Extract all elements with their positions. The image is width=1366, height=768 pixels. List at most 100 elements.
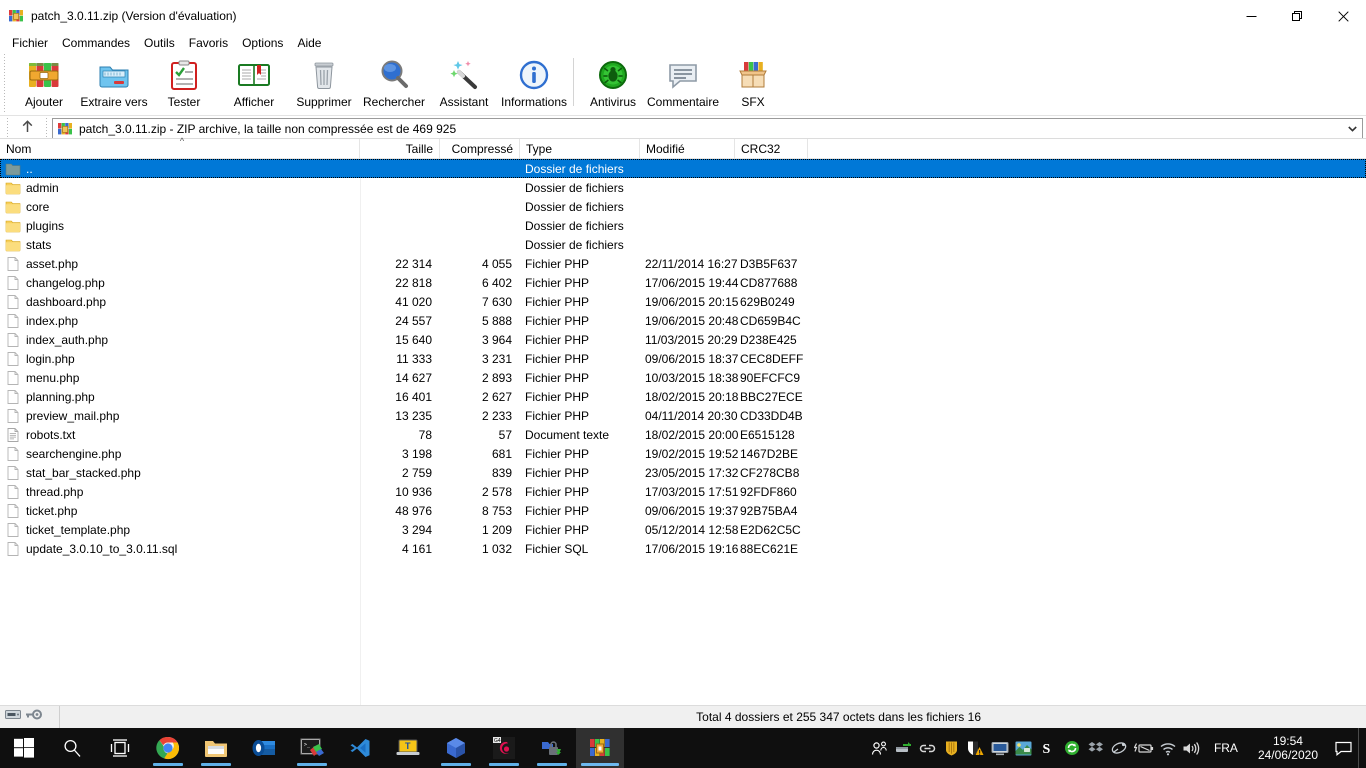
teamviewer-icon[interactable]: T	[384, 728, 432, 768]
task-view-icon[interactable]	[96, 728, 144, 768]
system-tray: S FRA 19:54 24/06/2020	[868, 728, 1366, 768]
column-header-nom[interactable]: Nom ^	[0, 136, 360, 158]
menu-outils[interactable]: Outils	[137, 34, 182, 52]
table-row[interactable]: login.php 11 333 3 231 Fichier PHP 09/06/201…	[0, 349, 1366, 368]
vscode-icon[interactable]	[336, 728, 384, 768]
camtasia-icon[interactable]: G4	[480, 728, 528, 768]
security-warning-icon[interactable]	[964, 728, 988, 768]
table-row[interactable]: changelog.php 22 818 6 402 Fichier PHP 17/06…	[0, 273, 1366, 292]
title-bar[interactable]: patch_3.0.11.zip (Version d'évaluation)	[0, 0, 1366, 32]
cell-type: Fichier PHP	[525, 484, 590, 499]
table-row[interactable]: asset.php 22 314 4 055 Fichier PHP 22/11/201…	[0, 254, 1366, 273]
window-title: patch_3.0.11.zip (Version d'évaluation)	[31, 9, 237, 23]
taskbar: >_ T G4 S FRA 19:54 24/06/2020	[0, 728, 1366, 768]
link-icon[interactable]	[916, 728, 940, 768]
table-row[interactable]: planning.php 16 401 2 627 Fichier PHP 18/02/…	[0, 387, 1366, 406]
display-icon[interactable]	[988, 728, 1012, 768]
search-icon[interactable]	[48, 728, 96, 768]
cell-crc32: CEC8DEFF	[740, 351, 804, 366]
minimize-button[interactable]	[1228, 0, 1274, 32]
table-row[interactable]: .. Dossier de fichiers	[0, 159, 1366, 178]
table-row[interactable]: ticket_template.php 3 294 1 209 Fichier PHP…	[0, 520, 1366, 539]
add-button[interactable]: Ajouter	[9, 53, 79, 113]
battery-icon[interactable]	[1132, 728, 1156, 768]
dropbox-icon[interactable]	[1084, 728, 1108, 768]
network-map-icon[interactable]	[1012, 728, 1036, 768]
drive-icon[interactable]	[5, 708, 21, 726]
winrar-icon[interactable]	[576, 728, 624, 768]
file-explorer-icon[interactable]	[192, 728, 240, 768]
column-header-crc32[interactable]: CRC32	[735, 139, 808, 158]
virtualbox-icon[interactable]	[432, 728, 480, 768]
table-row[interactable]: update_3.0.10_to_3.0.11.sql 4 161 1 032 Fic…	[0, 539, 1366, 558]
extract-button[interactable]: Extraire vers	[79, 53, 149, 113]
chrome-icon[interactable]	[144, 728, 192, 768]
comment-button[interactable]: Commentaire	[647, 53, 719, 113]
address-field-grip[interactable]	[42, 118, 51, 140]
cell-size: 41 020	[395, 294, 432, 309]
taskbar-clock[interactable]: 19:54 24/06/2020	[1248, 728, 1328, 768]
table-row[interactable]: searchengine.php 3 198 681 Fichier PHP 19/02…	[0, 444, 1366, 463]
key-icon[interactable]	[25, 708, 42, 726]
satellite-icon[interactable]	[1108, 728, 1132, 768]
menu-favoris[interactable]: Favoris	[182, 34, 235, 52]
refresh-green-icon[interactable]	[1060, 728, 1084, 768]
info-button[interactable]: Informations	[499, 53, 569, 113]
show-desktop-button[interactable]	[1358, 728, 1364, 768]
table-row[interactable]: menu.php 14 627 2 893 Fichier PHP 10/03/2015…	[0, 368, 1366, 387]
table-row[interactable]: admin Dossier de fichiers	[0, 178, 1366, 197]
unlocker-icon[interactable]	[528, 728, 576, 768]
restore-button[interactable]	[1274, 0, 1320, 32]
table-row[interactable]: dashboard.php 41 020 7 630 Fichier PHP 19/06…	[0, 292, 1366, 311]
view-button[interactable]: Afficher	[219, 53, 289, 113]
cell-size: 24 557	[395, 313, 432, 328]
toolbar-grip[interactable]	[0, 54, 9, 114]
chevron-down-icon[interactable]	[1344, 126, 1360, 132]
info-button-label: Informations	[500, 95, 568, 109]
volume-icon[interactable]	[1180, 728, 1204, 768]
wizard-wand-icon	[447, 58, 481, 92]
cell-size: 3 294	[401, 522, 432, 537]
test-button[interactable]: Tester	[149, 53, 219, 113]
file-name-label: update_3.0.10_to_3.0.11.sql	[26, 541, 178, 556]
column-header-compresse[interactable]: Compressé	[440, 139, 520, 158]
table-row[interactable]: robots.txt 78 57 Document texte 18/02/2015 2…	[0, 425, 1366, 444]
table-row[interactable]: index_auth.php 15 640 3 964 Fichier PHP 11/0…	[0, 330, 1366, 349]
sfx-button[interactable]: SFX	[718, 53, 788, 113]
table-row[interactable]: core Dossier de fichiers	[0, 197, 1366, 216]
wizard-button-label: Assistant	[439, 95, 489, 109]
status-bar-text: Total 4 dossiers et 255 347 octets dans …	[696, 710, 981, 724]
menu-fichier[interactable]: Fichier	[5, 34, 55, 52]
notification-icon[interactable]	[1328, 728, 1358, 768]
column-header-taille[interactable]: Taille	[360, 139, 440, 158]
table-row[interactable]: stat_bar_stacked.php 2 759 839 Fichier PHP 2…	[0, 463, 1366, 482]
windows-start-icon[interactable]	[0, 728, 48, 768]
menu-commandes[interactable]: Commandes	[55, 34, 137, 52]
table-row[interactable]: index.php 24 557 5 888 Fichier PHP 19/06/201…	[0, 311, 1366, 330]
wifi-icon[interactable]	[1156, 728, 1180, 768]
table-row[interactable]: plugins Dossier de fichiers	[0, 216, 1366, 235]
menu-aide[interactable]: Aide	[290, 34, 328, 52]
column-header-type[interactable]: Type	[520, 139, 640, 158]
table-row[interactable]: stats Dossier de fichiers	[0, 235, 1366, 254]
language-indicator[interactable]: FRA	[1204, 728, 1248, 768]
close-button[interactable]	[1320, 0, 1366, 32]
wizard-button[interactable]: Assistant	[429, 53, 499, 113]
network-share-icon[interactable]	[892, 728, 916, 768]
column-header-modifie[interactable]: Modifié	[640, 139, 735, 158]
shield-gold-icon[interactable]	[940, 728, 964, 768]
delete-button[interactable]: Supprimer	[289, 53, 359, 113]
outlook-icon[interactable]	[240, 728, 288, 768]
address-field[interactable]: patch_3.0.11.zip - ZIP archive, la taill…	[52, 118, 1363, 140]
find-button[interactable]: Rechercher	[359, 53, 429, 113]
console-icon[interactable]: >_	[288, 728, 336, 768]
table-row[interactable]: preview_mail.php 13 235 2 233 Fichier PHP 04…	[0, 406, 1366, 425]
delete-trash-icon	[307, 58, 341, 92]
table-row[interactable]: ticket.php 48 976 8 753 Fichier PHP 09/06/20…	[0, 501, 1366, 520]
sync-s-icon[interactable]: S	[1036, 728, 1060, 768]
virus-scan-button[interactable]: Antivirus	[578, 53, 648, 113]
address-bar-grip[interactable]	[3, 118, 12, 140]
people-icon[interactable]	[868, 728, 892, 768]
table-row[interactable]: thread.php 10 936 2 578 Fichier PHP 17/03/20…	[0, 482, 1366, 501]
menu-options[interactable]: Options	[235, 34, 290, 52]
